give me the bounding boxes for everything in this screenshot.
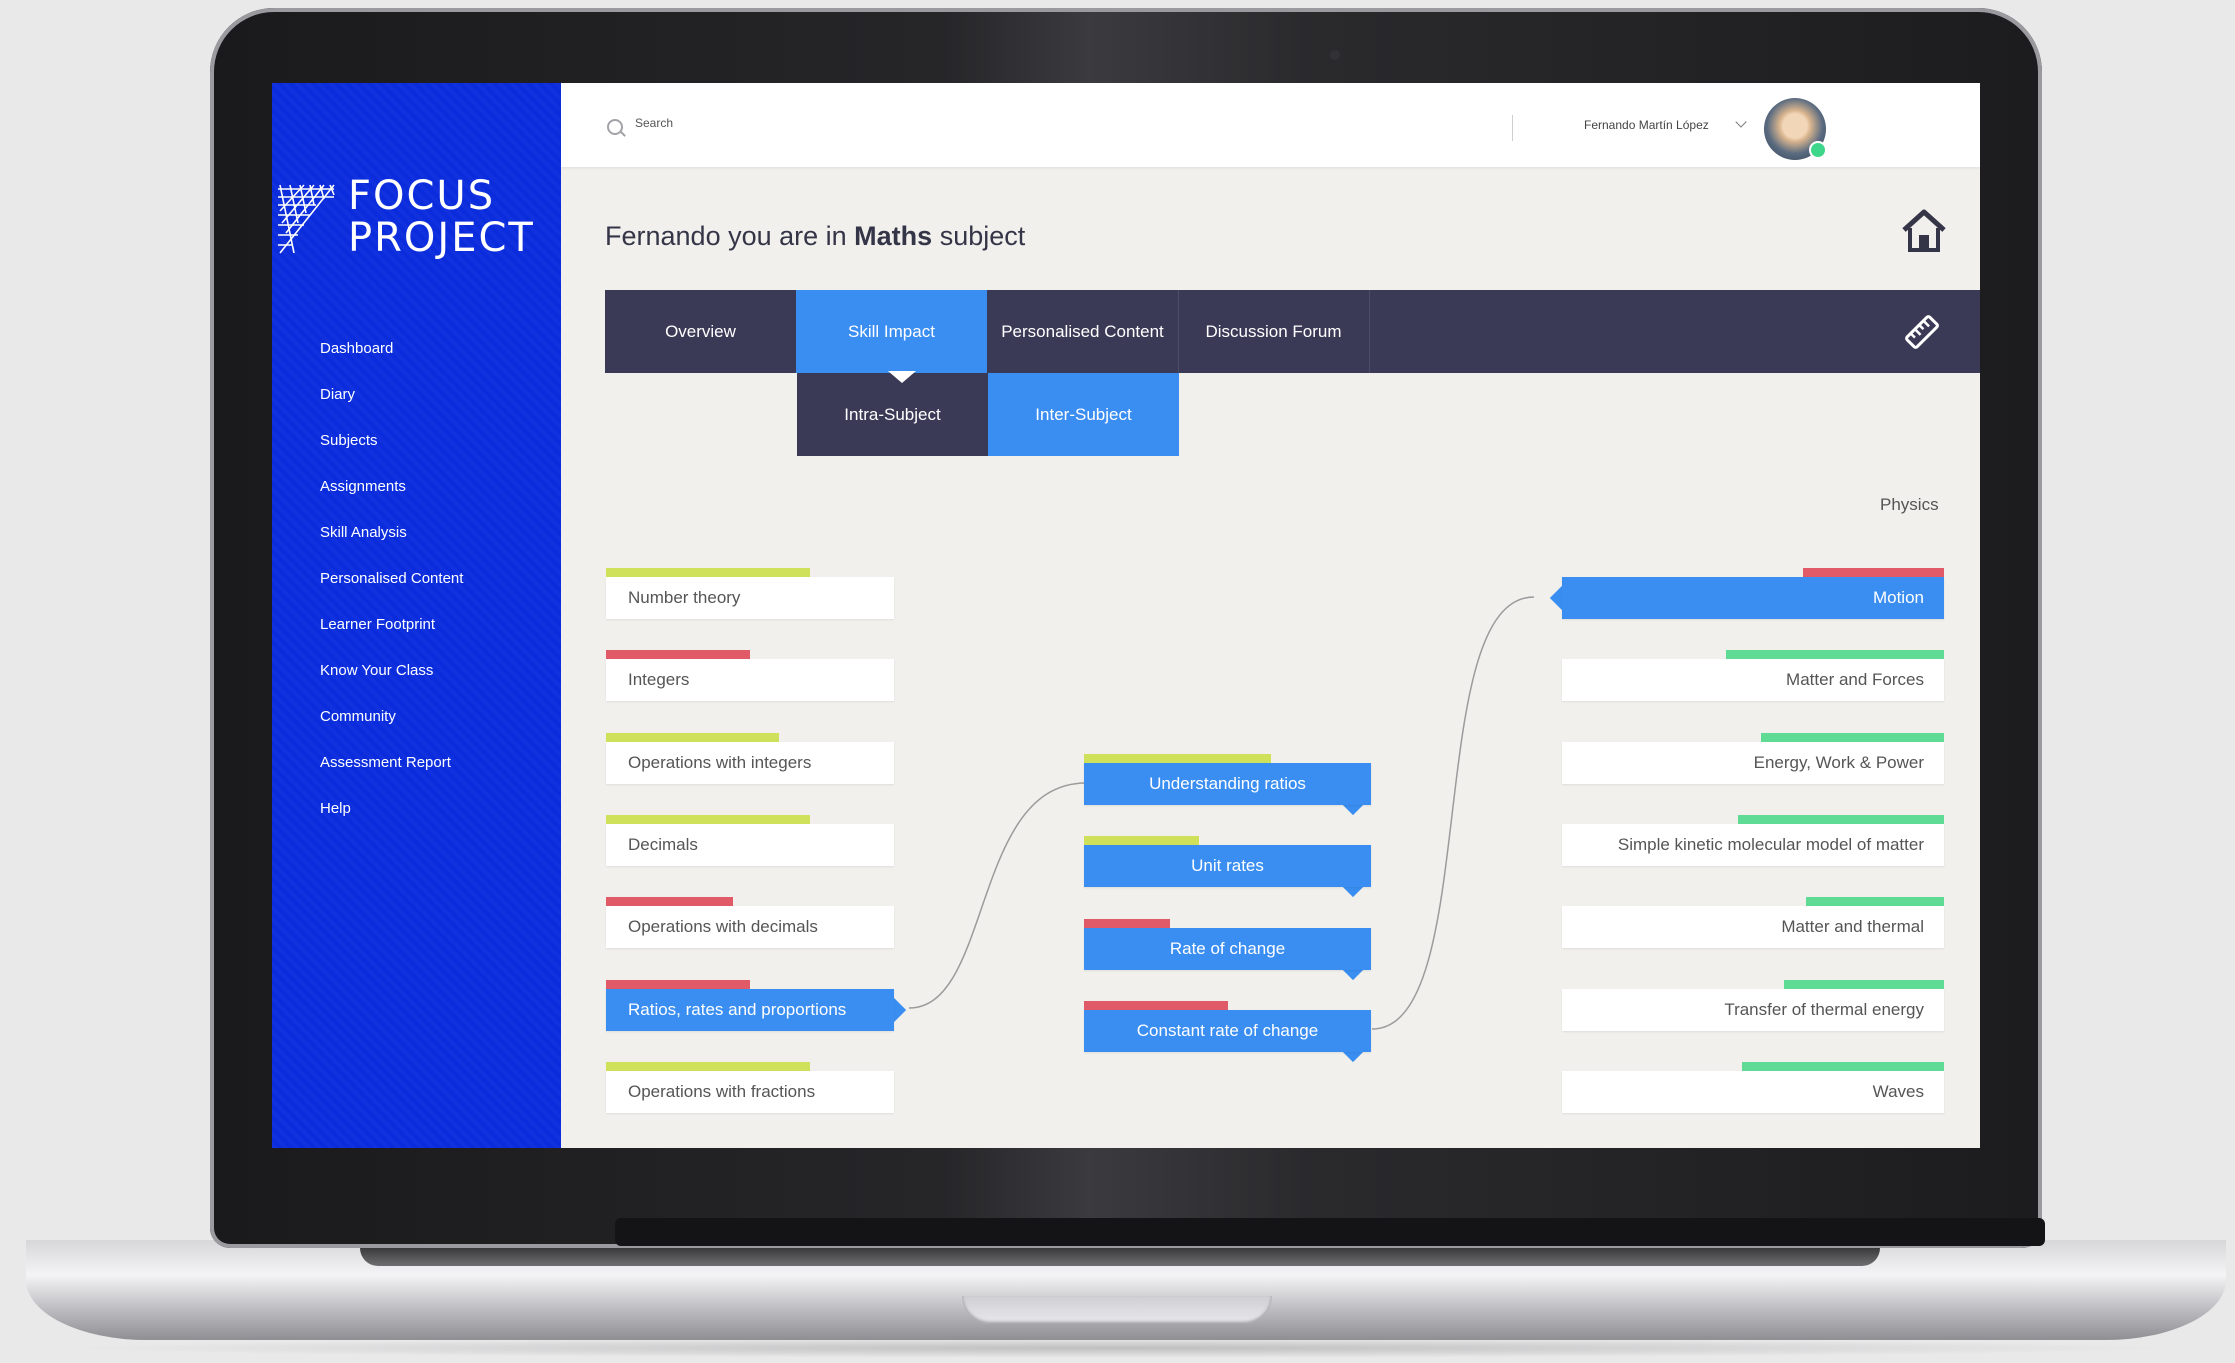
skill-node[interactable]: Decimals: [606, 823, 894, 866]
progress-bar: [1084, 836, 1199, 846]
progress-bar: [1784, 979, 1944, 989]
progress-bar: [1084, 1000, 1228, 1010]
skill-node[interactable]: Energy, Work & Power: [1562, 741, 1944, 784]
progress-bar: [606, 1061, 810, 1071]
skill-node[interactable]: Matter and thermal: [1562, 906, 1944, 949]
skill-node[interactable]: Constant rate of change: [1084, 1009, 1371, 1052]
skill-node[interactable]: Number theory: [606, 577, 894, 619]
progress-bar: [606, 650, 750, 660]
skill-node[interactable]: Simple kinetic molecular model of matter: [1562, 823, 1944, 866]
laptop-shadow: [60, 1338, 2180, 1358]
camera-icon: [1330, 50, 1340, 60]
laptop-notch: [962, 1296, 1272, 1324]
laptop-hinge: [360, 1248, 1880, 1266]
skill-node[interactable]: Ratios, rates and proportions: [606, 988, 894, 1031]
skill-node[interactable]: Waves: [1562, 1070, 1944, 1113]
progress-bar: [1806, 897, 1944, 907]
laptop-bezel-strip: [615, 1218, 2045, 1246]
skill-node[interactable]: Transfer of thermal energy: [1562, 988, 1944, 1031]
skill-node[interactable]: Matter and Forces: [1562, 659, 1944, 702]
skill-node[interactable]: Unit rates: [1084, 845, 1371, 888]
progress-bar: [606, 814, 810, 824]
progress-bar: [606, 897, 733, 907]
skill-node[interactable]: Operations with fractions: [606, 1070, 894, 1113]
skill-node[interactable]: Operations with decimals: [606, 906, 894, 949]
progress-bar: [606, 568, 810, 577]
progress-bar: [606, 979, 750, 989]
skill-node[interactable]: Operations with integers: [606, 741, 894, 784]
progress-bar: [1761, 732, 1944, 742]
link-constant-motion: [1371, 596, 1535, 1030]
app-screen: FOCUS PROJECT Dashboard Diary Subjects A…: [272, 83, 1980, 1148]
link-ratios-understanding: [908, 782, 1087, 1009]
progress-bar: [606, 732, 779, 742]
progress-bar: [1738, 814, 1944, 824]
skill-node[interactable]: Rate of change: [1084, 927, 1371, 970]
progress-bar: [1803, 568, 1944, 577]
skill-node[interactable]: Motion: [1562, 577, 1944, 619]
progress-bar: [1084, 918, 1170, 928]
progress-bar: [1742, 1061, 1944, 1071]
progress-bar: [1726, 650, 1944, 660]
progress-bar: [1084, 754, 1271, 763]
skill-node[interactable]: Integers: [606, 659, 894, 702]
skill-node[interactable]: Understanding ratios: [1084, 763, 1371, 805]
